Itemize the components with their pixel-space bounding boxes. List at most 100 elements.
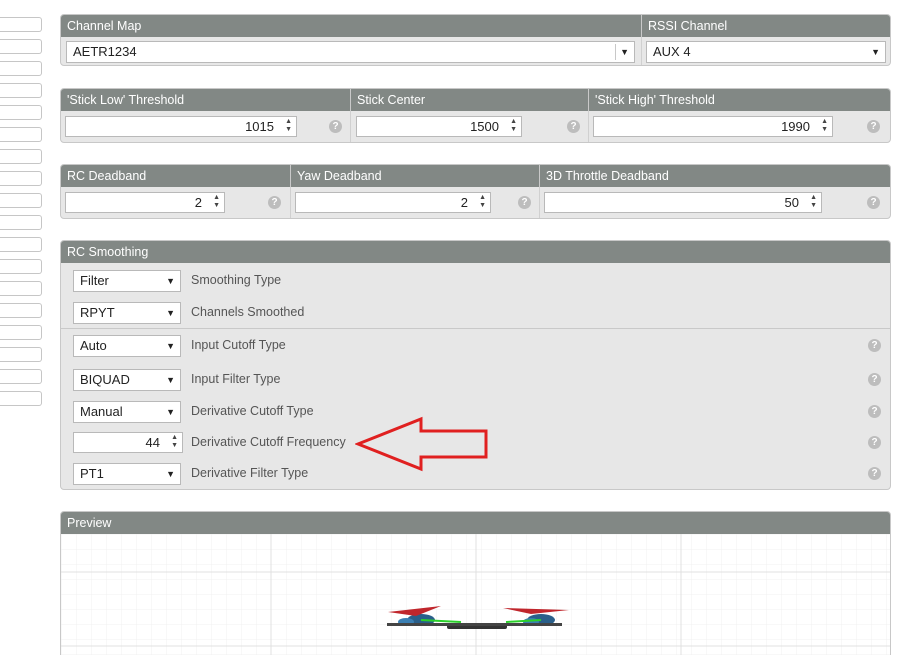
- sidebar-item[interactable]: [0, 105, 42, 120]
- throttle-deadband-input[interactable]: 50 ▲ ▼: [544, 192, 822, 213]
- spinner-arrows-icon[interactable]: ▲ ▼: [213, 194, 220, 210]
- sidebar-item[interactable]: [0, 281, 42, 296]
- spinner-arrows-icon[interactable]: ▲ ▼: [810, 194, 817, 210]
- input-filter-type-value: BIQUAD: [80, 372, 130, 387]
- chevron-down-icon: ▼: [166, 341, 175, 351]
- help-icon[interactable]: ?: [868, 405, 881, 418]
- channels-smoothed-label: Channels Smoothed: [191, 305, 305, 319]
- help-icon[interactable]: ?: [868, 339, 881, 352]
- preview-grid: [61, 534, 890, 655]
- input-cutoff-type-row: Auto ▼ Input Cutoff Type ?: [61, 332, 890, 360]
- spinner-arrows-icon[interactable]: ▲ ▼: [479, 194, 486, 210]
- sidebar-item[interactable]: [0, 325, 42, 340]
- sidebar-item[interactable]: [0, 39, 42, 54]
- sidebar-item[interactable]: [0, 17, 42, 32]
- input-filter-type-select[interactable]: BIQUAD ▼: [73, 369, 181, 391]
- rc-deadband-header: RC Deadband: [61, 165, 291, 187]
- thresholds-panel: 'Stick Low' Threshold Stick Center 'Stic…: [60, 88, 891, 143]
- spinner-arrows-icon[interactable]: ▲ ▼: [285, 118, 292, 134]
- annotation-arrow-icon: [355, 416, 488, 472]
- channel-map-value: AETR1234: [73, 44, 137, 59]
- derivative-cutoff-type-select[interactable]: Manual ▼: [73, 401, 181, 423]
- rc-deadband-input[interactable]: 2 ▲ ▼: [65, 192, 225, 213]
- input-cutoff-type-value: Auto: [80, 338, 107, 353]
- stick-high-header: 'Stick High' Threshold: [595, 93, 715, 107]
- spinner-arrows-icon[interactable]: ▲ ▼: [510, 118, 517, 134]
- spinner-arrows-icon[interactable]: ▲ ▼: [171, 434, 178, 450]
- stick-center-header: Stick Center: [351, 89, 589, 111]
- smoothing-type-value: Filter: [80, 273, 109, 288]
- smoothing-type-row: Filter ▼ Smoothing Type: [61, 267, 890, 295]
- sidebar-item[interactable]: [0, 259, 42, 274]
- input-filter-type-row: BIQUAD ▼ Input Filter Type ?: [61, 366, 890, 394]
- sidebar-item[interactable]: [0, 215, 42, 230]
- chevron-down-icon: ▼: [166, 407, 175, 417]
- derivative-cutoff-type-label: Derivative Cutoff Type: [191, 404, 314, 418]
- help-icon[interactable]: ?: [268, 196, 281, 209]
- help-icon[interactable]: ?: [518, 196, 531, 209]
- channel-map-select[interactable]: AETR1234 ▼: [66, 41, 635, 63]
- chevron-down-icon: ▼: [166, 308, 175, 318]
- derivative-filter-type-value: PT1: [80, 466, 104, 481]
- smoothing-type-label: Smoothing Type: [191, 273, 282, 287]
- chevron-down-icon: ▼: [620, 47, 629, 57]
- derivative-filter-type-select[interactable]: PT1 ▼: [73, 463, 181, 485]
- channels-smoothed-row: RPYT ▼ Channels Smoothed: [61, 299, 890, 327]
- preview-panel: Preview: [60, 511, 891, 655]
- deadband-panel: RC Deadband Yaw Deadband 3D Throttle Dea…: [60, 164, 891, 219]
- sidebar-item[interactable]: [0, 347, 42, 362]
- help-icon[interactable]: ?: [867, 120, 880, 133]
- sidebar-item[interactable]: [0, 127, 42, 142]
- stick-low-header: 'Stick Low' Threshold: [61, 89, 351, 111]
- stick-high-input[interactable]: 1990 ▲ ▼: [593, 116, 833, 137]
- rc-deadband-value: 2: [194, 195, 202, 210]
- help-icon[interactable]: ?: [867, 196, 880, 209]
- sidebar-item[interactable]: [0, 391, 42, 406]
- help-icon[interactable]: ?: [868, 373, 881, 386]
- derivative-filter-type-label: Derivative Filter Type: [191, 466, 309, 480]
- sidebar-item[interactable]: [0, 369, 42, 384]
- help-icon[interactable]: ?: [567, 120, 580, 133]
- derivative-cutoff-type-value: Manual: [80, 404, 123, 419]
- yaw-deadband-value: 2: [460, 195, 468, 210]
- yaw-deadband-input[interactable]: 2 ▲ ▼: [295, 192, 491, 213]
- channels-smoothed-select[interactable]: RPYT ▼: [73, 302, 181, 324]
- stick-center-input[interactable]: 1500 ▲ ▼: [356, 116, 522, 137]
- smoothing-type-select[interactable]: Filter ▼: [73, 270, 181, 292]
- divider: [61, 328, 890, 329]
- derivative-cutoff-frequency-input[interactable]: 44 ▲ ▼: [73, 432, 183, 453]
- input-cutoff-type-label: Input Cutoff Type: [191, 338, 286, 352]
- sidebar-item[interactable]: [0, 61, 42, 76]
- help-icon[interactable]: ?: [868, 467, 881, 480]
- sidebar-item[interactable]: [0, 303, 42, 318]
- chevron-down-icon: ▼: [166, 469, 175, 479]
- throttle-deadband-value: 50: [784, 195, 799, 210]
- sidebar-item[interactable]: [0, 171, 42, 186]
- rc-smoothing-header: RC Smoothing: [67, 245, 149, 259]
- sidebar-item[interactable]: [0, 193, 42, 208]
- help-icon[interactable]: ?: [868, 436, 881, 449]
- rssi-channel-header: RSSI Channel: [648, 19, 728, 33]
- chevron-down-icon: ▼: [166, 375, 175, 385]
- sidebar-item[interactable]: [0, 149, 42, 164]
- sidebar-item[interactable]: [0, 83, 42, 98]
- spinner-arrows-icon[interactable]: ▲ ▼: [821, 118, 828, 134]
- preview-header: Preview: [67, 516, 112, 530]
- input-filter-type-label: Input Filter Type: [191, 372, 281, 386]
- sidebar-item[interactable]: [0, 237, 42, 252]
- help-icon[interactable]: ?: [329, 120, 342, 133]
- rssi-channel-select[interactable]: AUX 4 ▼: [646, 41, 886, 63]
- derivative-cutoff-frequency-label: Derivative Cutoff Frequency: [191, 435, 346, 449]
- stick-high-value: 1990: [781, 119, 810, 134]
- channels-smoothed-value: RPYT: [80, 305, 115, 320]
- preview-canvas: [61, 534, 890, 655]
- yaw-deadband-header: Yaw Deadband: [291, 165, 540, 187]
- stick-low-input[interactable]: 1015 ▲ ▼: [65, 116, 297, 137]
- stick-low-value: 1015: [245, 119, 274, 134]
- input-cutoff-type-select[interactable]: Auto ▼: [73, 335, 181, 357]
- chevron-down-icon: ▼: [871, 47, 880, 57]
- stick-center-value: 1500: [470, 119, 499, 134]
- channel-map-header: Channel Map: [61, 15, 642, 37]
- derivative-cutoff-frequency-value: 44: [145, 435, 160, 450]
- channel-map-panel: Channel Map RSSI Channel AETR1234 ▼ AUX …: [60, 14, 891, 66]
